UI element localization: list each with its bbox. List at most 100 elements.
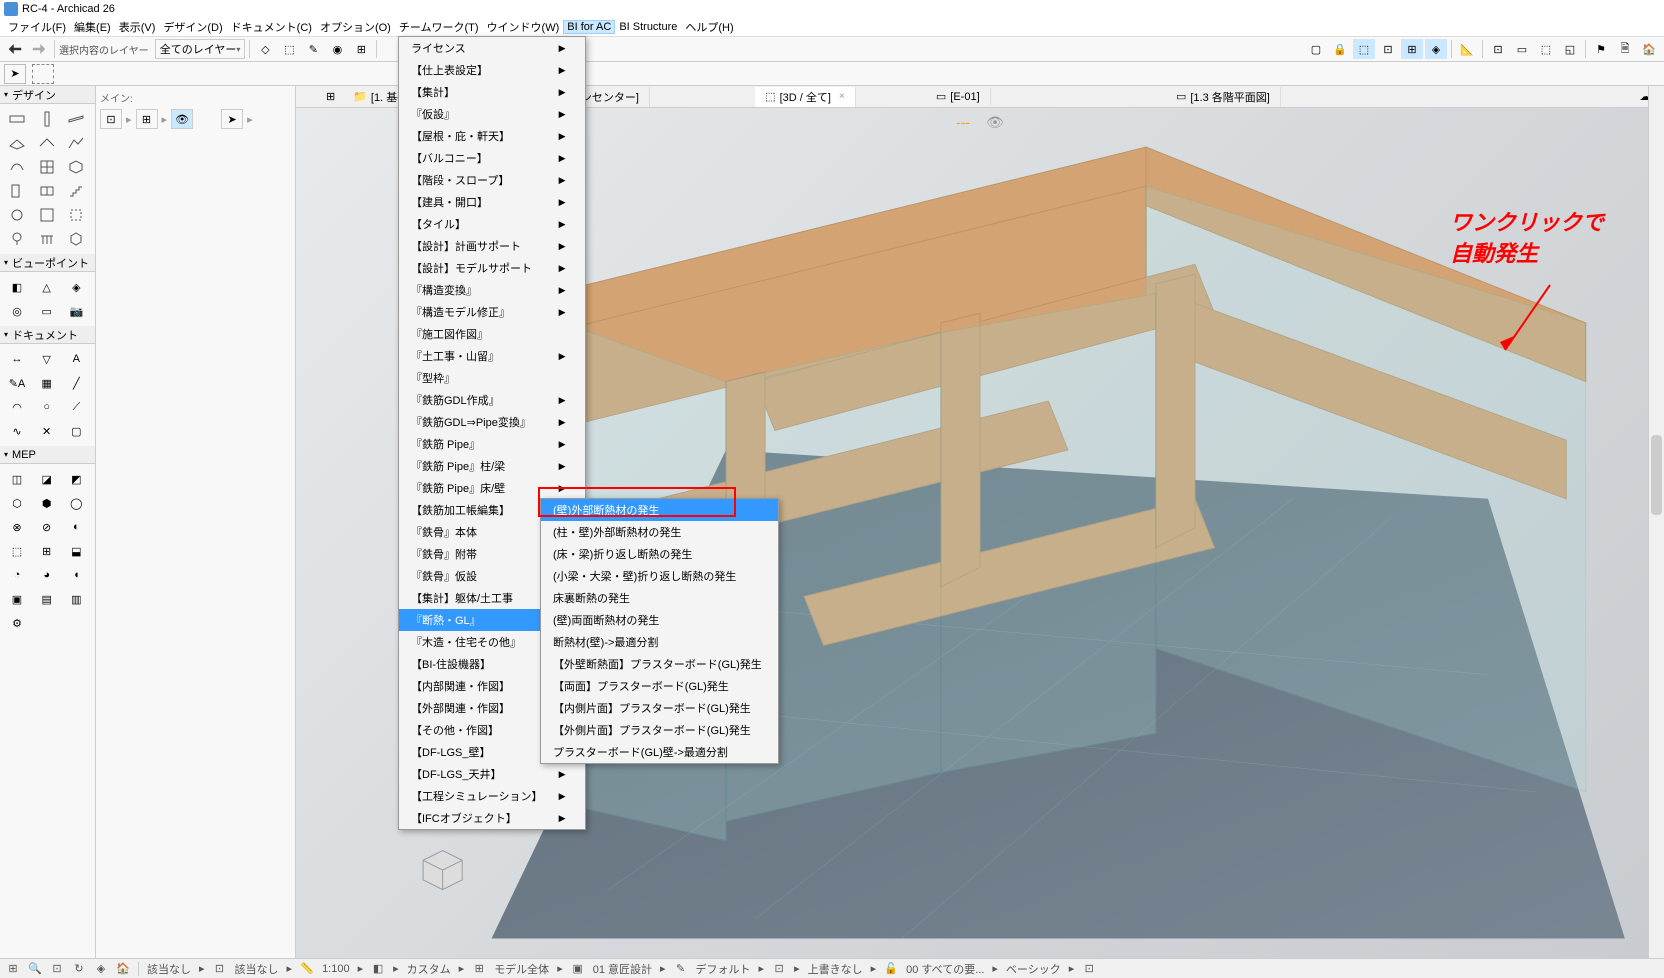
detail-tool[interactable]: ◎ bbox=[4, 300, 30, 322]
marquee-tool[interactable] bbox=[32, 64, 54, 84]
mep-16[interactable]: ▣ bbox=[4, 588, 30, 610]
redo-button[interactable] bbox=[28, 39, 50, 59]
tool-nav-3[interactable]: ⬚ bbox=[1535, 39, 1557, 59]
menu-rebar-pipe[interactable]: 『鉄筋 Pipe』▶ bbox=[399, 433, 585, 455]
sub-ext-plaster[interactable]: 【外壁断熱面】プラスターボード(GL)発生 bbox=[541, 653, 778, 675]
menu-opening[interactable]: 【建具・開口】▶ bbox=[399, 191, 585, 213]
sub-inner-plaster[interactable]: 【内側片面】プラスターボード(GL)発生 bbox=[541, 697, 778, 719]
status-icon-13[interactable]: 🔓 bbox=[884, 962, 898, 976]
menu-teamwork[interactable]: チームワーク(T) bbox=[395, 18, 483, 36]
menu-rebar-pipe-col[interactable]: 『鉄筋 Pipe』柱/梁▶ bbox=[399, 455, 585, 477]
status-model[interactable]: モデル全体 bbox=[494, 961, 549, 977]
status-icon-12[interactable]: ⊡ bbox=[772, 962, 786, 976]
mep-10[interactable]: ⬚ bbox=[4, 540, 30, 562]
menu-help[interactable]: ヘルプ(H) bbox=[681, 18, 737, 36]
status-default[interactable]: デフォルト bbox=[696, 961, 751, 977]
status-icon-2[interactable]: 🔍 bbox=[28, 962, 42, 976]
slab-tool[interactable] bbox=[4, 132, 30, 154]
tool-nav-2[interactable]: ▭ bbox=[1511, 39, 1533, 59]
sub-col-wall-ext[interactable]: (柱・壁)外部断熱材の発生 bbox=[541, 521, 778, 543]
elevation-tool[interactable]: △ bbox=[34, 276, 60, 298]
dimension-tool[interactable]: ↔ bbox=[4, 348, 30, 370]
status-filter[interactable]: 00 すべての要... bbox=[906, 961, 984, 977]
door-tool[interactable] bbox=[4, 180, 30, 202]
tool-4[interactable]: ◉ bbox=[326, 39, 348, 59]
menu-model-support[interactable]: 【設計】モデルサポート▶ bbox=[399, 257, 585, 279]
mode-1[interactable]: ⊡ bbox=[100, 109, 122, 129]
interior-tool[interactable]: ◈ bbox=[63, 276, 89, 298]
status-icon-10[interactable]: ▣ bbox=[571, 962, 585, 976]
tool-view-4[interactable]: ⊡ bbox=[1377, 39, 1399, 59]
mep-14[interactable]: ◕ bbox=[34, 564, 60, 586]
mesh-tool[interactable] bbox=[63, 132, 89, 154]
tool-nav-1[interactable]: ⊡ bbox=[1487, 39, 1509, 59]
curtain-tool[interactable] bbox=[34, 156, 60, 178]
undo-button[interactable] bbox=[4, 39, 26, 59]
menu-construction-sim[interactable]: 【工程シミュレーション】▶ bbox=[399, 785, 585, 807]
status-design[interactable]: 01 意匠設計 bbox=[593, 961, 652, 977]
tool-view-1[interactable]: ▢ bbox=[1305, 39, 1327, 59]
camera-tool[interactable]: 📷 bbox=[63, 300, 89, 322]
menu-plan-support[interactable]: 【設計】計画サポート▶ bbox=[399, 235, 585, 257]
status-scale[interactable]: 1:100 bbox=[322, 963, 350, 975]
morph-tool[interactable] bbox=[63, 156, 89, 178]
status-icon-7[interactable]: ⊡ bbox=[213, 962, 227, 976]
zone-tool[interactable] bbox=[34, 204, 60, 226]
menu-df-lgs-ceiling[interactable]: 【DF-LGS_天井】▶ bbox=[399, 763, 585, 785]
menu-aggregate[interactable]: 【集計】▶ bbox=[399, 81, 585, 103]
menu-edit[interactable]: 編集(E) bbox=[70, 18, 115, 36]
menu-license[interactable]: ライセンス▶ bbox=[399, 37, 585, 59]
tool-view-6[interactable]: ◈ bbox=[1425, 39, 1447, 59]
menu-ifc-object[interactable]: 【IFCオブジェクト】▶ bbox=[399, 807, 585, 829]
menu-tile[interactable]: 【タイル】▶ bbox=[399, 213, 585, 235]
worksheet-tool[interactable]: ▭ bbox=[34, 300, 60, 322]
tool-1[interactable]: ◇ bbox=[254, 39, 276, 59]
sub-floor-under[interactable]: 床裏断熱の発生 bbox=[541, 587, 778, 609]
object-tool[interactable] bbox=[4, 204, 30, 226]
polyline-tool[interactable]: ⟋ bbox=[63, 396, 89, 418]
sub-both-plaster[interactable]: 【両面】プラスターボード(GL)発生 bbox=[541, 675, 778, 697]
palette-design-header[interactable]: ▾デザイン bbox=[0, 86, 95, 104]
mep-7[interactable]: ⊗ bbox=[4, 516, 30, 538]
tool-5[interactable]: ⊞ bbox=[350, 39, 372, 59]
mep-12[interactable]: ⬓ bbox=[63, 540, 89, 562]
status-basic[interactable]: ベーシック bbox=[1006, 961, 1061, 977]
menu-formwork[interactable]: 『型枠』 bbox=[399, 367, 585, 389]
status-icon-8[interactable]: ◧ bbox=[371, 962, 385, 976]
menu-rebar-gdl-pipe[interactable]: 『鉄筋GDL⇒Pipe変換』▶ bbox=[399, 411, 585, 433]
status-icon-6[interactable]: 🏠 bbox=[116, 962, 130, 976]
arrow-tool[interactable]: ➤ bbox=[4, 64, 26, 84]
tool-2[interactable]: ⬚ bbox=[278, 39, 300, 59]
layer-dropdown[interactable]: 全てのレイヤー▾ bbox=[155, 39, 246, 59]
menu-bi-for-ac[interactable]: BI for AC bbox=[563, 20, 615, 34]
mode-3[interactable]: 👁 bbox=[171, 109, 193, 129]
scrollbar-thumb[interactable] bbox=[1651, 435, 1662, 515]
menu-stair[interactable]: 【階段・スロープ】▶ bbox=[399, 169, 585, 191]
status-icon-4[interactable]: ↻ bbox=[72, 962, 86, 976]
menu-design[interactable]: デザイン(D) bbox=[159, 18, 226, 36]
label-tool[interactable]: ✎A bbox=[4, 372, 30, 394]
hide-icon[interactable]: --- bbox=[956, 114, 970, 131]
tool-measure[interactable]: 📐 bbox=[1456, 39, 1478, 59]
menu-rebar-pipe-floor[interactable]: 『鉄筋 Pipe』床/壁▶ bbox=[399, 477, 585, 499]
mep-13[interactable]: ◔ bbox=[4, 564, 30, 586]
status-nosave[interactable]: 上書きなし bbox=[808, 961, 863, 977]
mep-8[interactable]: ⊘ bbox=[34, 516, 60, 538]
menu-construction-draw[interactable]: 『施工図作図』 bbox=[399, 323, 585, 345]
tool-3[interactable]: ✎ bbox=[302, 39, 324, 59]
arc-tool[interactable]: ◠ bbox=[4, 396, 30, 418]
tab-5[interactable]: ▭[1.3 各階平面図] bbox=[1166, 87, 1281, 107]
pointer-mode[interactable]: ➤ bbox=[221, 109, 243, 129]
palette-mep-header[interactable]: ▾MEP bbox=[0, 446, 95, 464]
scale-icon[interactable]: 📏 bbox=[300, 962, 314, 976]
menu-earthwork[interactable]: 『土工事・山留』▶ bbox=[399, 345, 585, 367]
hotspot-tool[interactable]: ✕ bbox=[34, 420, 60, 442]
opening-tool[interactable] bbox=[63, 204, 89, 226]
roof-tool[interactable] bbox=[34, 132, 60, 154]
menu-document[interactable]: ドキュメント(C) bbox=[227, 18, 316, 36]
sub-wall-optimal[interactable]: 断熱材(壁)->最適分割 bbox=[541, 631, 778, 653]
menu-temporary[interactable]: 『仮設』▶ bbox=[399, 103, 585, 125]
menu-finish[interactable]: 【仕上表設定】▶ bbox=[399, 59, 585, 81]
tool-doc[interactable]: 🗎 bbox=[1614, 39, 1636, 59]
mep-4[interactable]: ⬡ bbox=[4, 492, 30, 514]
